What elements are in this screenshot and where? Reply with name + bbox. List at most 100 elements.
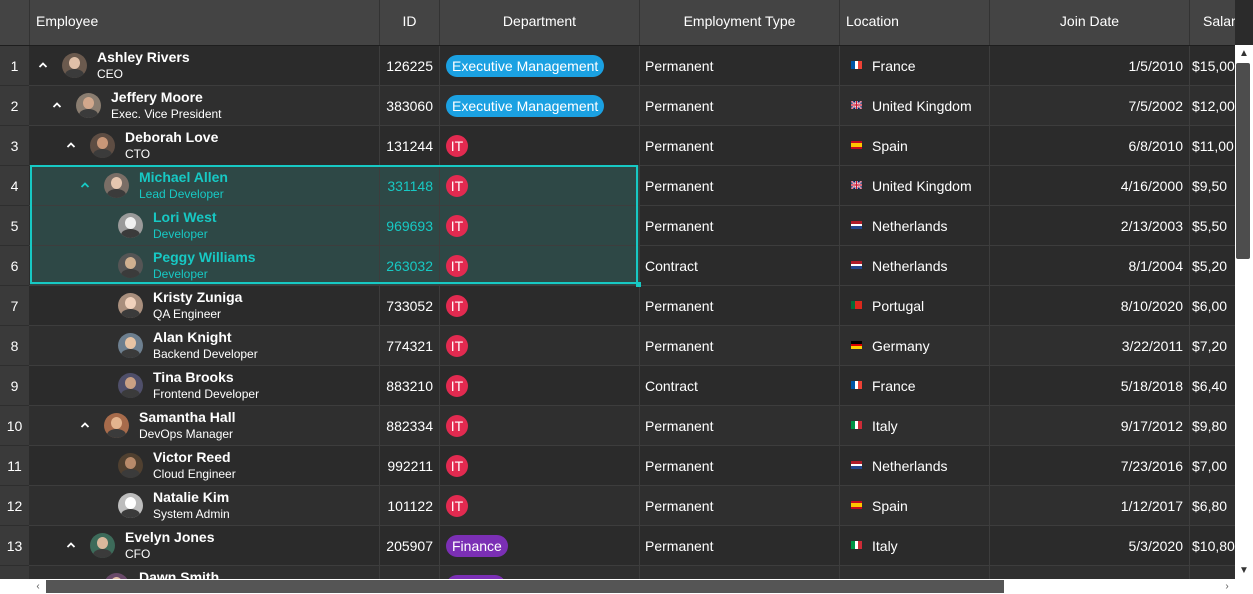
horizontal-scrollbar[interactable]: ‹ ›	[30, 579, 1235, 594]
join-date[interactable]: 9/17/2012	[990, 406, 1183, 446]
row-number[interactable]: 3	[0, 126, 29, 166]
join-date[interactable]: 3/22/2011	[990, 326, 1183, 366]
collapse-chevron-icon[interactable]	[50, 98, 64, 112]
row-number[interactable]: 12	[0, 486, 29, 526]
employee-name[interactable]: Tina Brooks	[153, 369, 234, 386]
join-date[interactable]: 8/10/2020	[990, 286, 1183, 326]
vertical-scrollbar[interactable]: ▲ ▼	[1235, 45, 1253, 580]
table-row[interactable]: 1 Ashley Rivers CEO 126225 Executive Managem…	[0, 46, 1235, 86]
location[interactable]: Netherlands	[872, 246, 987, 286]
table-row[interactable]: 4 Michael Allen Lead Developer 331148 IT Perm…	[0, 166, 1235, 206]
employee-id[interactable]: 992211	[380, 446, 433, 486]
location[interactable]: Italy	[872, 526, 987, 566]
table-row[interactable]: 12 Natalie Kim System Admin 101122 IT Permane…	[0, 486, 1235, 526]
employment-type[interactable]: Contract	[645, 246, 835, 286]
employment-type[interactable]: Permanent	[645, 286, 835, 326]
join-date[interactable]: 8/1/2004	[990, 246, 1184, 286]
employment-type[interactable]: Permanent	[645, 166, 835, 206]
collapse-chevron-icon[interactable]	[78, 418, 92, 432]
join-date[interactable]: 1/5/2010	[990, 46, 1184, 86]
location[interactable]: France	[872, 46, 987, 86]
vertical-scroll-thumb[interactable]	[1236, 63, 1250, 259]
location[interactable]: Portugal	[872, 286, 987, 326]
employee-name[interactable]: Peggy Williams	[153, 249, 256, 266]
collapse-chevron-icon[interactable]	[64, 538, 78, 552]
employee-name[interactable]: Deborah Love	[125, 129, 218, 146]
header-salary[interactable]: Salar	[1190, 0, 1235, 45]
salary[interactable]: $9,80	[1192, 406, 1235, 446]
table-row[interactable]: 2 Jeffery Moore Exec. Vice President 383060…	[0, 86, 1235, 126]
department-badge[interactable]: IT	[446, 415, 468, 437]
employee-id[interactable]: 101122	[380, 486, 433, 526]
department-badge[interactable]: Executive Management	[446, 55, 605, 77]
employee-name[interactable]: Victor Reed	[153, 449, 231, 466]
employment-type[interactable]: Permanent	[645, 326, 835, 366]
collapse-chevron-icon[interactable]	[78, 178, 92, 192]
employee-name[interactable]: Kristy Zuniga	[153, 289, 242, 306]
table-row[interactable]: 11 Victor Reed Cloud Engineer 992211 IT Perma…	[0, 446, 1235, 486]
employment-type[interactable]: Permanent	[645, 406, 835, 446]
scroll-right-icon[interactable]: ›	[1219, 579, 1235, 594]
collapse-chevron-icon[interactable]	[64, 138, 78, 152]
department-badge[interactable]: IT	[446, 135, 468, 157]
employment-type[interactable]: Permanent	[645, 526, 835, 566]
row-number[interactable]: 9	[0, 366, 29, 406]
salary[interactable]: $7,00	[1192, 446, 1235, 486]
row-number[interactable]: 13	[0, 526, 29, 566]
join-date[interactable]: 6/8/2010	[990, 126, 1184, 166]
table-row[interactable]: 6 Peggy Williams Developer 263032 IT Contract…	[0, 246, 1235, 286]
table-row[interactable]: 9 Tina Brooks Frontend Developer 883210 IT Co…	[0, 366, 1235, 406]
join-date[interactable]: 5/3/2020	[990, 526, 1184, 566]
table-row[interactable]: 5 Lori West Developer 969693 IT Permanent Neth…	[0, 206, 1235, 246]
employee-name[interactable]: Michael Allen	[139, 169, 228, 186]
location[interactable]: Spain	[872, 126, 987, 166]
table-row[interactable]: 10 Samantha Hall DevOps Manager 882334 IT Per…	[0, 406, 1235, 446]
salary[interactable]: $12,00	[1192, 86, 1235, 126]
employee-id[interactable]: 969693	[380, 206, 433, 246]
employment-type[interactable]: Permanent	[645, 126, 835, 166]
employee-id[interactable]: 383060	[380, 86, 433, 126]
employee-name[interactable]: Samantha Hall	[139, 409, 235, 426]
join-date[interactable]: 4/16/2000	[990, 166, 1183, 206]
row-number[interactable]: 8	[0, 326, 29, 366]
join-date[interactable]: 7/23/2016	[990, 446, 1183, 486]
department-badge[interactable]: IT	[446, 455, 468, 477]
department-badge[interactable]: IT	[446, 295, 468, 317]
location[interactable]: United Kingdom	[872, 86, 987, 126]
department-badge[interactable]: Executive Management	[446, 95, 605, 117]
scroll-left-icon[interactable]: ‹	[30, 579, 46, 594]
row-number[interactable]: 6	[0, 246, 29, 286]
salary[interactable]: $5,50	[1192, 206, 1235, 246]
location[interactable]: Italy	[872, 406, 987, 446]
salary[interactable]: $10,80	[1192, 526, 1235, 566]
scroll-down-icon[interactable]: ▼	[1235, 562, 1253, 580]
header-location[interactable]: Location	[840, 0, 990, 45]
employee-name[interactable]: Alan Knight	[153, 329, 232, 346]
employee-id[interactable]: 263032	[380, 246, 433, 286]
location[interactable]: United Kingdom	[872, 166, 987, 206]
employee-name[interactable]: Evelyn Jones	[125, 529, 215, 546]
row-number[interactable]: 10	[0, 406, 29, 446]
employee-id[interactable]: 883210	[380, 366, 433, 406]
department-badge[interactable]: IT	[446, 215, 468, 237]
scroll-up-icon[interactable]: ▲	[1235, 45, 1253, 63]
collapse-chevron-icon[interactable]	[36, 58, 50, 72]
salary[interactable]: $5,20	[1192, 246, 1235, 286]
employee-name[interactable]: Jeffery Moore	[111, 89, 203, 106]
employee-id[interactable]: 131244	[380, 126, 433, 166]
table-row[interactable]: 3 Deborah Love CTO 131244 IT Permanent Spain 6/…	[0, 126, 1235, 166]
employee-name[interactable]: Ashley Rivers	[97, 49, 190, 66]
employment-type[interactable]: Permanent	[645, 206, 835, 246]
department-badge[interactable]: IT	[446, 495, 468, 517]
join-date[interactable]: 5/18/2018	[990, 366, 1183, 406]
salary[interactable]: $6,00	[1192, 286, 1235, 326]
department-badge[interactable]: IT	[446, 175, 468, 197]
salary[interactable]: $9,50	[1192, 166, 1235, 206]
row-number[interactable]: 4	[0, 166, 29, 206]
join-date[interactable]: 2/13/2003	[990, 206, 1183, 246]
table-row[interactable]: 13 Evelyn Jones CFO 205907 Finance Permanent I…	[0, 526, 1235, 566]
header-employee[interactable]: Employee	[30, 0, 380, 45]
row-number[interactable]: 11	[0, 446, 29, 486]
salary[interactable]: $15,00	[1192, 46, 1235, 86]
employment-type[interactable]: Contract	[645, 366, 835, 406]
